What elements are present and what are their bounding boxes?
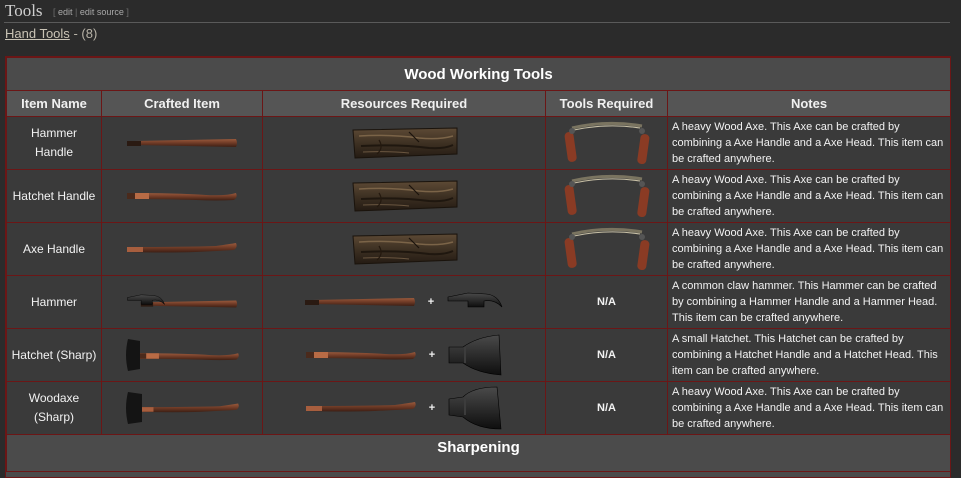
crafted-item-cell xyxy=(101,275,263,329)
hammer-icon[interactable] xyxy=(126,287,238,317)
table-title: Wood Working Tools xyxy=(5,57,952,91)
crafted-item-cell xyxy=(101,116,263,170)
woodaxe-icon[interactable] xyxy=(124,388,240,428)
axe-handle-icon[interactable] xyxy=(305,399,417,417)
plus-sign: + xyxy=(428,402,436,414)
table-row: Hatchet (Sharp) + N/A A small Hatchet. T… xyxy=(6,328,952,382)
table-row: Woodaxe (Sharp) + N/A A heavy Wood Axe. … xyxy=(6,381,952,435)
section-title: Tools xyxy=(5,1,43,20)
wood-plank-icon[interactable] xyxy=(349,232,459,266)
edit-link[interactable]: edit xyxy=(58,7,73,17)
crafted-item-cell xyxy=(101,222,263,276)
tools-cell: N/A xyxy=(545,381,668,435)
drawknife-icon[interactable] xyxy=(562,171,652,221)
crafted-item-cell xyxy=(101,169,263,223)
column-header-tools: Tools Required xyxy=(545,90,668,117)
resources-cell xyxy=(262,169,546,223)
table-header-row: Item Name Crafted Item Resources Require… xyxy=(6,90,952,117)
notes-cell: A heavy Wood Axe. This Axe can be crafte… xyxy=(666,116,952,170)
hammer-handle-icon[interactable] xyxy=(126,136,238,150)
next-section-title: Sharpening xyxy=(5,434,952,472)
resources-cell xyxy=(262,116,546,170)
hand-tools-count: (8) xyxy=(81,26,98,41)
column-header-resources: Resources Required xyxy=(262,90,546,117)
hammer-handle-icon[interactable] xyxy=(304,295,416,309)
column-header-notes: Notes xyxy=(666,90,952,117)
drawknife-icon[interactable] xyxy=(562,118,652,168)
table-row: Hammer + N/A A common claw hammer. This … xyxy=(6,275,952,329)
hand-tools-link[interactable]: Hand Tools xyxy=(5,26,70,41)
resources-cell: + xyxy=(262,328,546,382)
subheading: Hand Tools - (8) xyxy=(5,26,98,41)
resources-cell: + xyxy=(262,381,546,435)
item-name: Woodaxe (Sharp) xyxy=(6,381,102,435)
edit-links: [ edit | edit source ] xyxy=(53,7,129,17)
hatchet-handle-icon[interactable] xyxy=(126,187,238,205)
wood-plank-icon[interactable] xyxy=(349,179,459,213)
resources-cell xyxy=(262,222,546,276)
hammer-head-icon[interactable] xyxy=(446,289,504,315)
notes-cell: A heavy Wood Axe. This Axe can be crafte… xyxy=(666,222,952,276)
crafted-item-cell xyxy=(101,381,263,435)
section-header: Tools [ edit | edit source ] xyxy=(4,0,950,23)
hatchet-handle-icon[interactable] xyxy=(305,346,417,364)
crafted-item-cell xyxy=(101,328,263,382)
item-name: Hammer xyxy=(6,275,102,329)
notes-cell: A common claw hammer. This Hammer can be… xyxy=(666,275,952,329)
item-name: Hatchet (Sharp) xyxy=(6,328,102,382)
hatchet-head-icon[interactable] xyxy=(447,333,503,377)
column-header-crafted-item: Crafted Item xyxy=(101,90,263,117)
plus-sign: + xyxy=(427,296,435,308)
drawknife-icon[interactable] xyxy=(562,224,652,274)
tools-cell: N/A xyxy=(545,328,668,382)
axe-head-icon[interactable] xyxy=(447,385,503,431)
item-name: Axe Handle xyxy=(6,222,102,276)
table-row: Axe Handle A heavy Wood Axe. This Axe ca… xyxy=(6,222,952,276)
tools-cell xyxy=(545,169,668,223)
table-row: Hatchet Handle A heavy Wood Axe. This Ax… xyxy=(6,169,952,223)
tools-cell xyxy=(545,116,668,170)
tools-cell: N/A xyxy=(545,275,668,329)
item-name: Hatchet Handle xyxy=(6,169,102,223)
notes-cell: A small Hatchet. This Hatchet can be cra… xyxy=(666,328,952,382)
plus-sign: + xyxy=(428,349,436,361)
axe-handle-icon[interactable] xyxy=(126,240,238,258)
wood-working-table: Wood Working Tools Item Name Crafted Ite… xyxy=(5,56,952,478)
hatchet-icon[interactable] xyxy=(124,335,240,375)
wood-plank-icon[interactable] xyxy=(349,126,459,160)
table-row: Hammer Handle A heavy Wood Axe. This Axe… xyxy=(6,116,952,170)
notes-cell: A heavy Wood Axe. This Axe can be crafte… xyxy=(666,169,952,223)
column-header-item-name: Item Name xyxy=(6,90,102,117)
item-name: Hammer Handle xyxy=(6,116,102,170)
resources-cell: + xyxy=(262,275,546,329)
tools-cell xyxy=(545,222,668,276)
notes-cell: A heavy Wood Axe. This Axe can be crafte… xyxy=(666,381,952,435)
edit-source-link[interactable]: edit source xyxy=(80,7,124,17)
